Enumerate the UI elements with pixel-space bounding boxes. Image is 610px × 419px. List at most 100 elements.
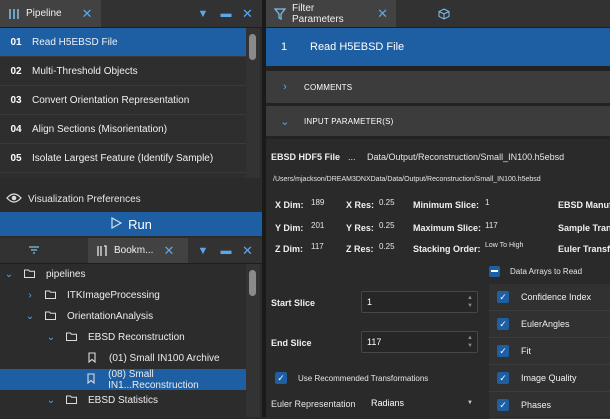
end-slice-label: End Slice (271, 338, 312, 348)
spin-arrows-icon[interactable]: ▲ ▼ (466, 294, 474, 310)
pipeline-item-number: 04 (10, 123, 22, 135)
min-slice-value: 1 (485, 198, 490, 207)
use-transforms-label: Use Recommended Transformations (298, 374, 429, 383)
yres-value: 0.25 (379, 221, 395, 230)
bookmark-icon (84, 372, 98, 387)
folder-icon (22, 269, 36, 281)
tree-item-label: EBSD Reconstruction (88, 332, 185, 343)
bookmarks-tree: ⌄ pipelines › ITKImageProcessing ⌄ Orientatio… (0, 264, 246, 417)
euler-rep-label: Euler Representation (271, 399, 356, 409)
data-array-item[interactable]: ✓ EulerAngles (489, 311, 610, 338)
tree-item-label: (01) Small IN100 Archive (109, 353, 220, 364)
pipeline-item[interactable]: 04 Align Sections (Misorientation) (0, 115, 246, 144)
filter-body: EBSD HDF5 File ... Data/Output/Reconstru… (266, 139, 610, 419)
collapse-arrays-checkbox[interactable] (489, 266, 500, 277)
tab-pipeline[interactable]: Pipeline ✕ (0, 0, 101, 27)
chevron-down-icon[interactable]: ⌄ (4, 269, 14, 280)
close-pane-icon[interactable]: ✕ (242, 243, 253, 259)
chevron-right-icon: › (283, 81, 287, 93)
close-icon[interactable]: ✕ (82, 6, 93, 22)
tab-filter-parameters[interactable]: Filter Parameters ✕ (266, 0, 396, 27)
start-slice-value: 1 (367, 297, 373, 307)
data-array-checkbox[interactable]: ✓ (497, 291, 509, 303)
minimize-icon[interactable]: ▬ (220, 8, 232, 20)
play-icon (110, 216, 123, 232)
comments-section-toggle[interactable]: › COMMENTS (266, 71, 610, 103)
pipeline-item-number: 01 (10, 36, 22, 48)
data-array-label: Confidence Index (521, 292, 592, 302)
data-array-checkbox[interactable]: ✓ (497, 399, 509, 411)
data-array-checkbox[interactable]: ✓ (497, 318, 509, 330)
minimize-icon[interactable]: ▬ (220, 245, 232, 257)
chevron-down-icon[interactable]: ⌄ (25, 311, 35, 322)
data-array-item[interactable]: ✓ Phases (489, 392, 610, 419)
ydim-label: Y Dim: (275, 223, 304, 233)
pipeline-item[interactable]: 05 Isolate Largest Feature (Identify Samp… (0, 144, 246, 173)
tree-folder[interactable]: ⌄ EBSD Statistics (0, 390, 246, 411)
chevron-down-icon[interactable]: ⌄ (46, 395, 56, 406)
dropdown-arrow-icon[interactable]: ▼ (197, 245, 209, 257)
bookmarks-scrollbar[interactable] (246, 264, 260, 417)
tree-bookmark[interactable]: (01) Small IN100 Archive (0, 348, 246, 369)
chevron-right-icon[interactable]: › (25, 290, 35, 301)
end-slice-input[interactable]: 117 ▲ ▼ (361, 331, 478, 353)
spin-arrows-icon[interactable]: ▲ ▼ (466, 334, 474, 350)
pipeline-item-label: Read H5EBSD File (32, 36, 118, 48)
filter-tabbar: Filter Parameters ✕ (266, 0, 610, 28)
pipeline-item[interactable]: 03 Convert Orientation Representation (0, 86, 246, 115)
start-slice-label: Start Slice (271, 298, 316, 308)
min-slice-label: Minimum Slice: (413, 200, 480, 210)
filter-list-icon[interactable] (28, 245, 40, 257)
chevron-down-icon[interactable]: ⌄ (46, 332, 56, 343)
start-slice-input[interactable]: 1 ▲ ▼ (361, 291, 478, 313)
tree-folder[interactable]: ⌄ OrientationAnalysis (0, 306, 246, 327)
pipeline-item[interactable]: 01 Read H5EBSD File (0, 28, 246, 57)
use-transforms-checkbox[interactable]: ✓ (275, 372, 287, 384)
euler-rep-select[interactable]: Radians ▼ (365, 394, 478, 412)
pipeline-item-number: 03 (10, 94, 22, 106)
tree-folder[interactable]: ⌄ pipelines (0, 264, 246, 285)
close-icon[interactable]: ✕ (377, 6, 388, 22)
pipeline-item-label: Convert Orientation Representation (32, 94, 190, 106)
input-params-label: INPUT PARAMETER(S) (304, 116, 394, 126)
tree-folder[interactable]: ⌄ EBSD Reconstruction (0, 327, 246, 348)
sample-transform-label: Sample Transf (558, 223, 610, 233)
dropdown-arrow-icon[interactable]: ▼ (197, 8, 209, 20)
tab-pipeline-label: Pipeline (26, 8, 62, 19)
folder-icon (43, 290, 57, 302)
tree-folder[interactable]: › ITKImageProcessing (0, 285, 246, 306)
pipeline-scrollbar[interactable] (246, 28, 260, 178)
data-array-checkbox[interactable]: ✓ (497, 372, 509, 384)
pipeline-item[interactable]: 02 Multi-Threshold Objects (0, 57, 246, 86)
data-array-item[interactable]: ✓ Confidence Index (489, 284, 610, 311)
comments-label: COMMENTS (304, 82, 353, 92)
zres-label: Z Res: (346, 244, 374, 254)
data-arrays-list: ✓ Confidence Index ✓ EulerAngles ✓ Fit ✓ Image … (489, 284, 610, 419)
pipeline-item-number: 05 (10, 152, 22, 164)
filter-name: Read H5EBSD File (310, 41, 405, 53)
tab-filter-label: Filter Parameters (292, 2, 344, 25)
max-slice-label: Maximum Slice: (413, 223, 482, 233)
tree-item-label: OrientationAnalysis (67, 311, 154, 322)
tree-bookmark[interactable]: (08) Small IN1...Reconstruction (0, 369, 246, 391)
ydim-value: 201 (311, 221, 325, 230)
run-button[interactable]: Run (0, 212, 262, 236)
browse-button[interactable]: ... (348, 152, 356, 162)
data-array-label: Fit (521, 346, 531, 356)
filter-index: 1 (280, 41, 288, 53)
ebsd-file-label: EBSD HDF5 File (271, 152, 341, 162)
input-params-section-toggle[interactable]: ⌄ INPUT PARAMETER(S) (266, 106, 610, 136)
xres-value: 0.25 (379, 198, 395, 207)
file-path-field[interactable]: Data/Output/Reconstruction/Small_IN100.h… (367, 152, 564, 162)
data-array-item[interactable]: ✓ Image Quality (489, 365, 610, 392)
tab-bookmarks[interactable]: Bookm... ✕ (88, 238, 188, 263)
filter-header: 1 Read H5EBSD File (266, 28, 610, 66)
data-array-checkbox[interactable]: ✓ (497, 345, 509, 357)
tree-item-label: ITKImageProcessing (67, 290, 160, 301)
close-pane-icon[interactable]: ✕ (242, 6, 253, 22)
data-array-item[interactable]: ✓ Fit (489, 338, 610, 365)
cube-icon[interactable] (438, 7, 450, 20)
visualization-preferences[interactable]: Visualization Preferences (0, 187, 262, 211)
data-arrays-label: Data Arrays to Read (510, 267, 583, 276)
close-icon[interactable]: ✕ (163, 243, 174, 259)
